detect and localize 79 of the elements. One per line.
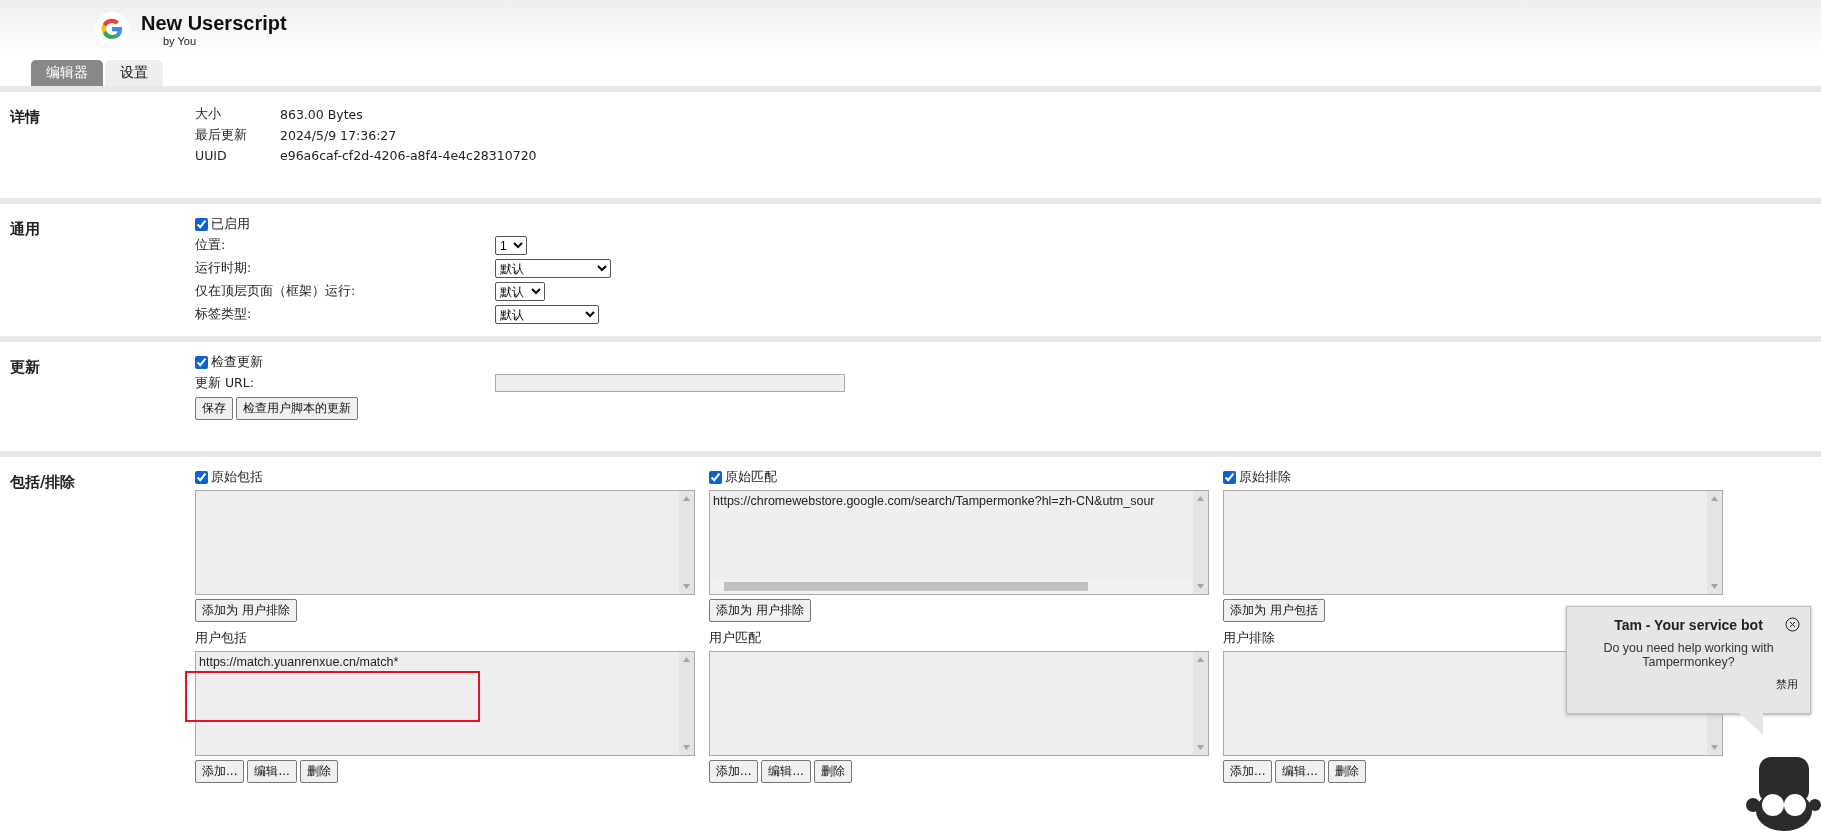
detail-value: e96a6caf-cf2d-4206-a8f4-4e4c28310720 bbox=[280, 148, 537, 163]
script-author: by You bbox=[163, 34, 198, 47]
tab[interactable]: 设置 bbox=[105, 60, 163, 86]
list-button[interactable]: 删除 bbox=[813, 760, 852, 783]
add-as-button[interactable]: 添加为 用户包括 bbox=[1223, 599, 1325, 622]
scroll-up-icon[interactable] bbox=[1197, 657, 1204, 662]
checkbox-label: 已启用 bbox=[211, 216, 250, 233]
rule-textarea[interactable] bbox=[195, 490, 695, 595]
original-checkbox[interactable] bbox=[1223, 471, 1236, 484]
section-heading: 通用 bbox=[9, 219, 41, 240]
rule-textarea[interactable]: https://match.yuanrenxue.cn/match* bbox=[195, 651, 695, 756]
rule-textarea[interactable] bbox=[709, 651, 1209, 756]
list-button[interactable]: 删除 bbox=[299, 760, 338, 783]
url-field[interactable] bbox=[495, 374, 845, 392]
list-label: 用户包括 bbox=[195, 630, 248, 647]
list-button[interactable]: 编辑... bbox=[247, 760, 297, 783]
checkbox-label: 原始匹配 bbox=[725, 469, 777, 486]
rule-text: https://match.yuanrenxue.cn/match* bbox=[199, 655, 399, 669]
setting-select[interactable]: 1 bbox=[495, 236, 527, 255]
update-button[interactable]: 保存 bbox=[195, 397, 233, 420]
original-checkbox[interactable] bbox=[709, 471, 722, 484]
scroll-down-icon[interactable] bbox=[1711, 584, 1718, 589]
tab[interactable]: 编辑器 bbox=[31, 60, 103, 86]
setting-label: 运行时期: bbox=[195, 260, 253, 277]
list-button[interactable]: 编辑... bbox=[1275, 760, 1325, 783]
scroll-down-icon[interactable] bbox=[683, 584, 690, 589]
scroll-up-icon[interactable] bbox=[1711, 496, 1718, 501]
vertical-scrollbar[interactable] bbox=[679, 491, 694, 594]
vertical-scrollbar[interactable] bbox=[1707, 491, 1722, 594]
rule-textarea[interactable] bbox=[1223, 490, 1723, 595]
vertical-scrollbar[interactable] bbox=[1193, 652, 1208, 755]
section-heading: 包括/排除 bbox=[9, 472, 77, 493]
scroll-down-icon[interactable] bbox=[1197, 745, 1204, 750]
scroll-up-icon[interactable] bbox=[1197, 496, 1204, 501]
script-title: New Userscript bbox=[141, 11, 287, 35]
bot-title: Tam - Your service bot bbox=[1614, 617, 1763, 633]
add-as-button[interactable]: 添加为 用户排除 bbox=[195, 599, 297, 622]
scroll-down-icon[interactable] bbox=[683, 745, 690, 750]
close-icon[interactable] bbox=[1785, 617, 1800, 632]
detail-value: 863.00 Bytes bbox=[280, 107, 364, 122]
scroll-down-icon[interactable] bbox=[1197, 584, 1204, 589]
list-button[interactable]: 添加... bbox=[709, 760, 759, 783]
setting-select[interactable]: 默认 bbox=[495, 305, 599, 324]
url-label: 更新 URL: bbox=[195, 374, 255, 392]
detail-label: 最后更新 bbox=[195, 127, 248, 144]
setting-select[interactable]: 默认 bbox=[495, 282, 545, 301]
update-checkbox[interactable] bbox=[195, 356, 208, 369]
original-checkbox[interactable] bbox=[195, 471, 208, 484]
rule-text: https://chromewebstore.google.com/search/Tampermonke?hl=zh-CN&utm_sour bbox=[713, 494, 1155, 508]
list-button[interactable]: 添加... bbox=[1223, 760, 1273, 783]
list-button[interactable]: 编辑... bbox=[761, 760, 811, 783]
detail-label: UUID bbox=[195, 148, 228, 163]
scroll-up-icon[interactable] bbox=[683, 496, 690, 501]
checkbox-label: 检查更新 bbox=[211, 354, 263, 371]
list-label: 用户匹配 bbox=[709, 630, 762, 647]
detail-label: 大小 bbox=[195, 106, 222, 123]
section-heading: 更新 bbox=[9, 357, 41, 378]
vertical-scrollbar[interactable] bbox=[679, 652, 694, 755]
scroll-down-icon[interactable] bbox=[1711, 745, 1718, 750]
update-button[interactable]: 检查用户脚本的更新 bbox=[236, 397, 358, 420]
list-label: 用户排除 bbox=[1223, 630, 1276, 647]
enabled-checkbox[interactable] bbox=[195, 218, 208, 231]
bot-message: Do you need help working with Tampermonkey? bbox=[1602, 641, 1775, 669]
section-heading: 详情 bbox=[8, 107, 41, 128]
setting-label: 位置: bbox=[195, 237, 227, 254]
checkbox-label: 原始排除 bbox=[1239, 469, 1291, 486]
setting-label: 标签类型: bbox=[195, 306, 253, 323]
add-as-button[interactable]: 添加为 用户排除 bbox=[709, 599, 811, 622]
setting-select[interactable]: 默认 bbox=[495, 259, 611, 278]
setting-label: 仅在顶层页面（框架）运行: bbox=[195, 283, 357, 300]
list-button[interactable]: 添加... bbox=[195, 760, 245, 783]
checkbox-label: 原始包括 bbox=[211, 469, 263, 486]
disable-link[interactable]: 禁用 bbox=[1776, 677, 1798, 692]
vertical-scrollbar[interactable] bbox=[1193, 491, 1208, 594]
list-button[interactable]: 删除 bbox=[1327, 760, 1366, 783]
scroll-up-icon[interactable] bbox=[683, 657, 690, 662]
rule-textarea[interactable]: https://chromewebstore.google.com/search/Tampermonke?hl=zh-CN&utm_sour bbox=[709, 490, 1209, 595]
detail-value: 2024/5/9 17:36:27 bbox=[280, 128, 398, 143]
mascot-icon[interactable] bbox=[1745, 755, 1821, 831]
